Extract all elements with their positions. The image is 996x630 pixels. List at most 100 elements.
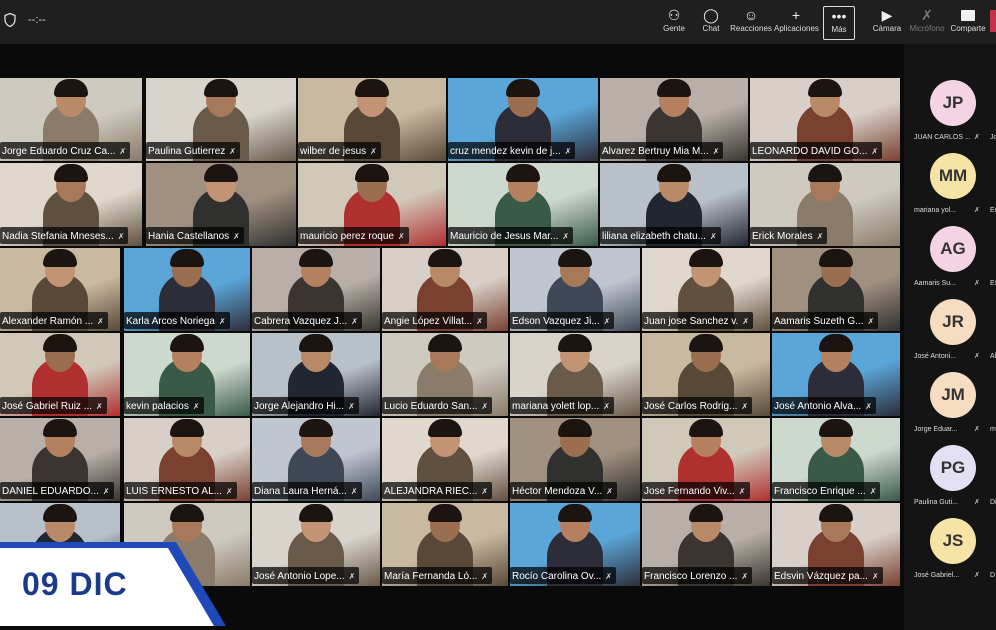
muted-mic-icon: ✗ bbox=[348, 402, 355, 411]
side-participant[interactable]: AG Aamaris Su... ✗ Ex bbox=[910, 226, 996, 300]
participant-name-tag: Jorge Alejandro Hi... ✗ bbox=[252, 397, 359, 414]
participant-name-tag: Jose Fernando Viv... ✗ bbox=[642, 482, 750, 499]
participant-video-tile[interactable]: José Gabriel Ruiz ... ✗ bbox=[0, 333, 120, 416]
people-button[interactable]: ⚇ Gente bbox=[660, 6, 688, 40]
participant-video-tile[interactable]: ALEJANDRA RIEC... ✗ bbox=[382, 418, 508, 501]
participant-hair bbox=[170, 249, 204, 267]
muted-mic-icon: ✗ bbox=[605, 572, 612, 581]
participant-video-tile[interactable]: José Carlos Rodrig... ✗ bbox=[642, 333, 770, 416]
participant-name: Jorge Alejandro Hi... bbox=[254, 401, 345, 412]
camera-icon: ▶ bbox=[881, 7, 893, 23]
participant-video-tile[interactable]: Alexander Ramón ... ✗ bbox=[0, 248, 120, 331]
participant-video-tile[interactable]: Erick Morales ✗ bbox=[750, 163, 900, 246]
participant-video-tile[interactable]: mauricio perez roque ✗ bbox=[298, 163, 446, 246]
side-participant[interactable]: JS José Gabriel... ✗ D bbox=[910, 518, 996, 592]
microphone-button[interactable]: ✗ Micrófono bbox=[906, 6, 948, 40]
camera-label: Cámara bbox=[872, 24, 902, 33]
participant-video-tile[interactable]: Mauricio de Jesus Mar... ✗ bbox=[448, 163, 598, 246]
participant-video-tile[interactable]: kevin palacios ✗ bbox=[124, 333, 250, 416]
participant-name-tag: Erick Morales ✗ bbox=[750, 227, 828, 244]
participant-video-tile[interactable]: Edsvin Vázquez pa... ✗ bbox=[772, 503, 900, 586]
participant-video-tile[interactable]: liliana elizabeth chatu... ✗ bbox=[600, 163, 748, 246]
share-button[interactable]: Comparte bbox=[950, 6, 986, 40]
participant-name: LUIS ERNESTO AL... bbox=[126, 486, 222, 497]
participant-video-tile[interactable]: Aamaris Suzeth G... ✗ bbox=[772, 248, 900, 331]
participant-video-tile[interactable]: Karla Arcos Noriega ✗ bbox=[124, 248, 250, 331]
participant-video-tile[interactable]: LUIS ERNESTO AL... ✗ bbox=[124, 418, 250, 501]
muted-mic-icon: ✗ bbox=[974, 280, 980, 287]
chat-icon: ◯ bbox=[703, 7, 719, 23]
participant-hair bbox=[558, 504, 592, 522]
participant-name: José Antonio Alva... bbox=[774, 401, 862, 412]
participant-name-tag: Lucio Eduardo San... ✗ bbox=[382, 397, 493, 414]
participant-video-tile[interactable]: Edson Vazquez Ji... ✗ bbox=[510, 248, 640, 331]
participant-video-tile[interactable]: mariana yolett lop... ✗ bbox=[510, 333, 640, 416]
participant-video-tile[interactable]: Rocío Carolina Ov... ✗ bbox=[510, 503, 640, 586]
side-participant-next-name: Jo bbox=[990, 134, 996, 141]
participant-hair bbox=[506, 164, 540, 182]
avatar: JM bbox=[930, 372, 976, 418]
muted-mic-icon: ✗ bbox=[351, 317, 358, 326]
participant-video-tile[interactable]: LEONARDO DAVID GO... ✗ bbox=[750, 78, 900, 161]
participant-name: Francisco Lorenzo ... bbox=[644, 571, 738, 582]
muted-mic-icon: ✗ bbox=[741, 402, 749, 411]
participant-name-tag: DANIEL EDUARDO... ✗ bbox=[0, 482, 114, 499]
participant-hair bbox=[355, 79, 389, 97]
muted-mic-icon: ✗ bbox=[96, 402, 103, 411]
participant-video-tile[interactable]: Lucio Eduardo San... ✗ bbox=[382, 333, 508, 416]
participant-video-tile[interactable]: Jorge Alejandro Hi... ✗ bbox=[252, 333, 380, 416]
participant-name: Hania Castellanos bbox=[148, 231, 230, 242]
side-participant[interactable]: JP JUAN CARLOS ... ✗ Jo bbox=[910, 80, 996, 154]
participant-video-tile[interactable]: wilber de jesus ✗ bbox=[298, 78, 446, 161]
side-participant[interactable]: JM Jorge Eduar... ✗ m bbox=[910, 372, 996, 446]
muted-mic-icon: ✗ bbox=[709, 232, 717, 241]
side-participant-next-name: Ex bbox=[990, 280, 996, 287]
muted-mic-icon: ✗ bbox=[603, 402, 610, 411]
participant-video-tile[interactable]: Nadia Stefania Mneses... ✗ bbox=[0, 163, 142, 246]
apps-button[interactable]: + Aplicaciones bbox=[774, 6, 819, 40]
participant-hair bbox=[170, 504, 204, 522]
microphone-label: Micrófono bbox=[909, 24, 945, 33]
participant-name-tag: Diana Laura Herná... ✗ bbox=[252, 482, 362, 499]
leave-button[interactable] bbox=[990, 10, 996, 32]
muted-mic-icon: ✗ bbox=[348, 572, 356, 581]
chat-button[interactable]: ◯ Chat bbox=[698, 6, 724, 40]
participant-video-tile[interactable]: Diana Laura Herná... ✗ bbox=[252, 418, 380, 501]
side-participant[interactable]: PG Paulina Guti... ✗ Di bbox=[910, 445, 996, 519]
participant-video-tile[interactable]: José Antonio Lope... ✗ bbox=[252, 503, 380, 586]
participant-hair bbox=[299, 419, 333, 437]
participant-name-tag: Mauricio de Jesus Mar... ✗ bbox=[448, 227, 574, 244]
participant-video-tile[interactable]: Jorge Eduardo Cruz Ca... ✗ bbox=[0, 78, 142, 161]
participant-name-tag: Nadia Stefania Mneses... ✗ bbox=[0, 227, 129, 244]
participant-video-tile[interactable]: Angie López Villat... ✗ bbox=[382, 248, 508, 331]
reactions-button[interactable]: ☺ Reacciones bbox=[730, 6, 772, 40]
participant-hair bbox=[558, 249, 592, 267]
side-participant[interactable]: MM mariana yol... ✗ Er bbox=[910, 153, 996, 227]
participant-video-tile[interactable]: Héctor Mendoza V... ✗ bbox=[510, 418, 640, 501]
participant-video-tile[interactable]: Francisco Enrique ... ✗ bbox=[772, 418, 900, 501]
participant-video-tile[interactable]: Alvarez Bertruy Mia M... ✗ bbox=[600, 78, 748, 161]
participant-name: Juan jose Sanchez v. bbox=[644, 316, 739, 327]
participant-name-tag: LUIS ERNESTO AL... ✗ bbox=[124, 482, 237, 499]
participant-video-tile[interactable]: Juan jose Sanchez v. ✗ bbox=[642, 248, 770, 331]
participant-video-tile[interactable]: DANIEL EDUARDO... ✗ bbox=[0, 418, 120, 501]
participant-hair bbox=[54, 79, 88, 97]
side-participant-name: Paulina Guti... bbox=[914, 499, 958, 506]
camera-button[interactable]: ▶ Cámara bbox=[872, 6, 902, 40]
participant-video-tile[interactable]: cruz mendez kevin de j... ✗ bbox=[448, 78, 598, 161]
participant-video-tile[interactable]: José Antonio Alva... ✗ bbox=[772, 333, 900, 416]
muted-mic-icon: ✗ bbox=[192, 402, 200, 411]
participant-video-tile[interactable]: Cabrera Vazquez J... ✗ bbox=[252, 248, 380, 331]
muted-mic-icon: ✗ bbox=[606, 487, 613, 496]
participant-video-tile[interactable]: Hania Castellanos ✗ bbox=[146, 163, 296, 246]
participant-name: Francisco Enrique ... bbox=[774, 486, 866, 497]
more-button[interactable]: ••• Más bbox=[823, 6, 855, 40]
participant-hair bbox=[170, 334, 204, 352]
muted-mic-icon: ✗ bbox=[117, 232, 125, 241]
participant-video-tile[interactable]: María Fernanda Ló... ✗ bbox=[382, 503, 508, 586]
side-participant[interactable]: JR José Antoni... ✗ Al bbox=[910, 299, 996, 373]
participant-video-tile[interactable]: Jose Fernando Viv... ✗ bbox=[642, 418, 770, 501]
participant-name: José Gabriel Ruiz ... bbox=[2, 401, 93, 412]
participant-video-tile[interactable]: Paulina Gutierrez ✗ bbox=[146, 78, 296, 161]
participant-video-tile[interactable]: Francisco Lorenzo ... ✗ bbox=[642, 503, 770, 586]
